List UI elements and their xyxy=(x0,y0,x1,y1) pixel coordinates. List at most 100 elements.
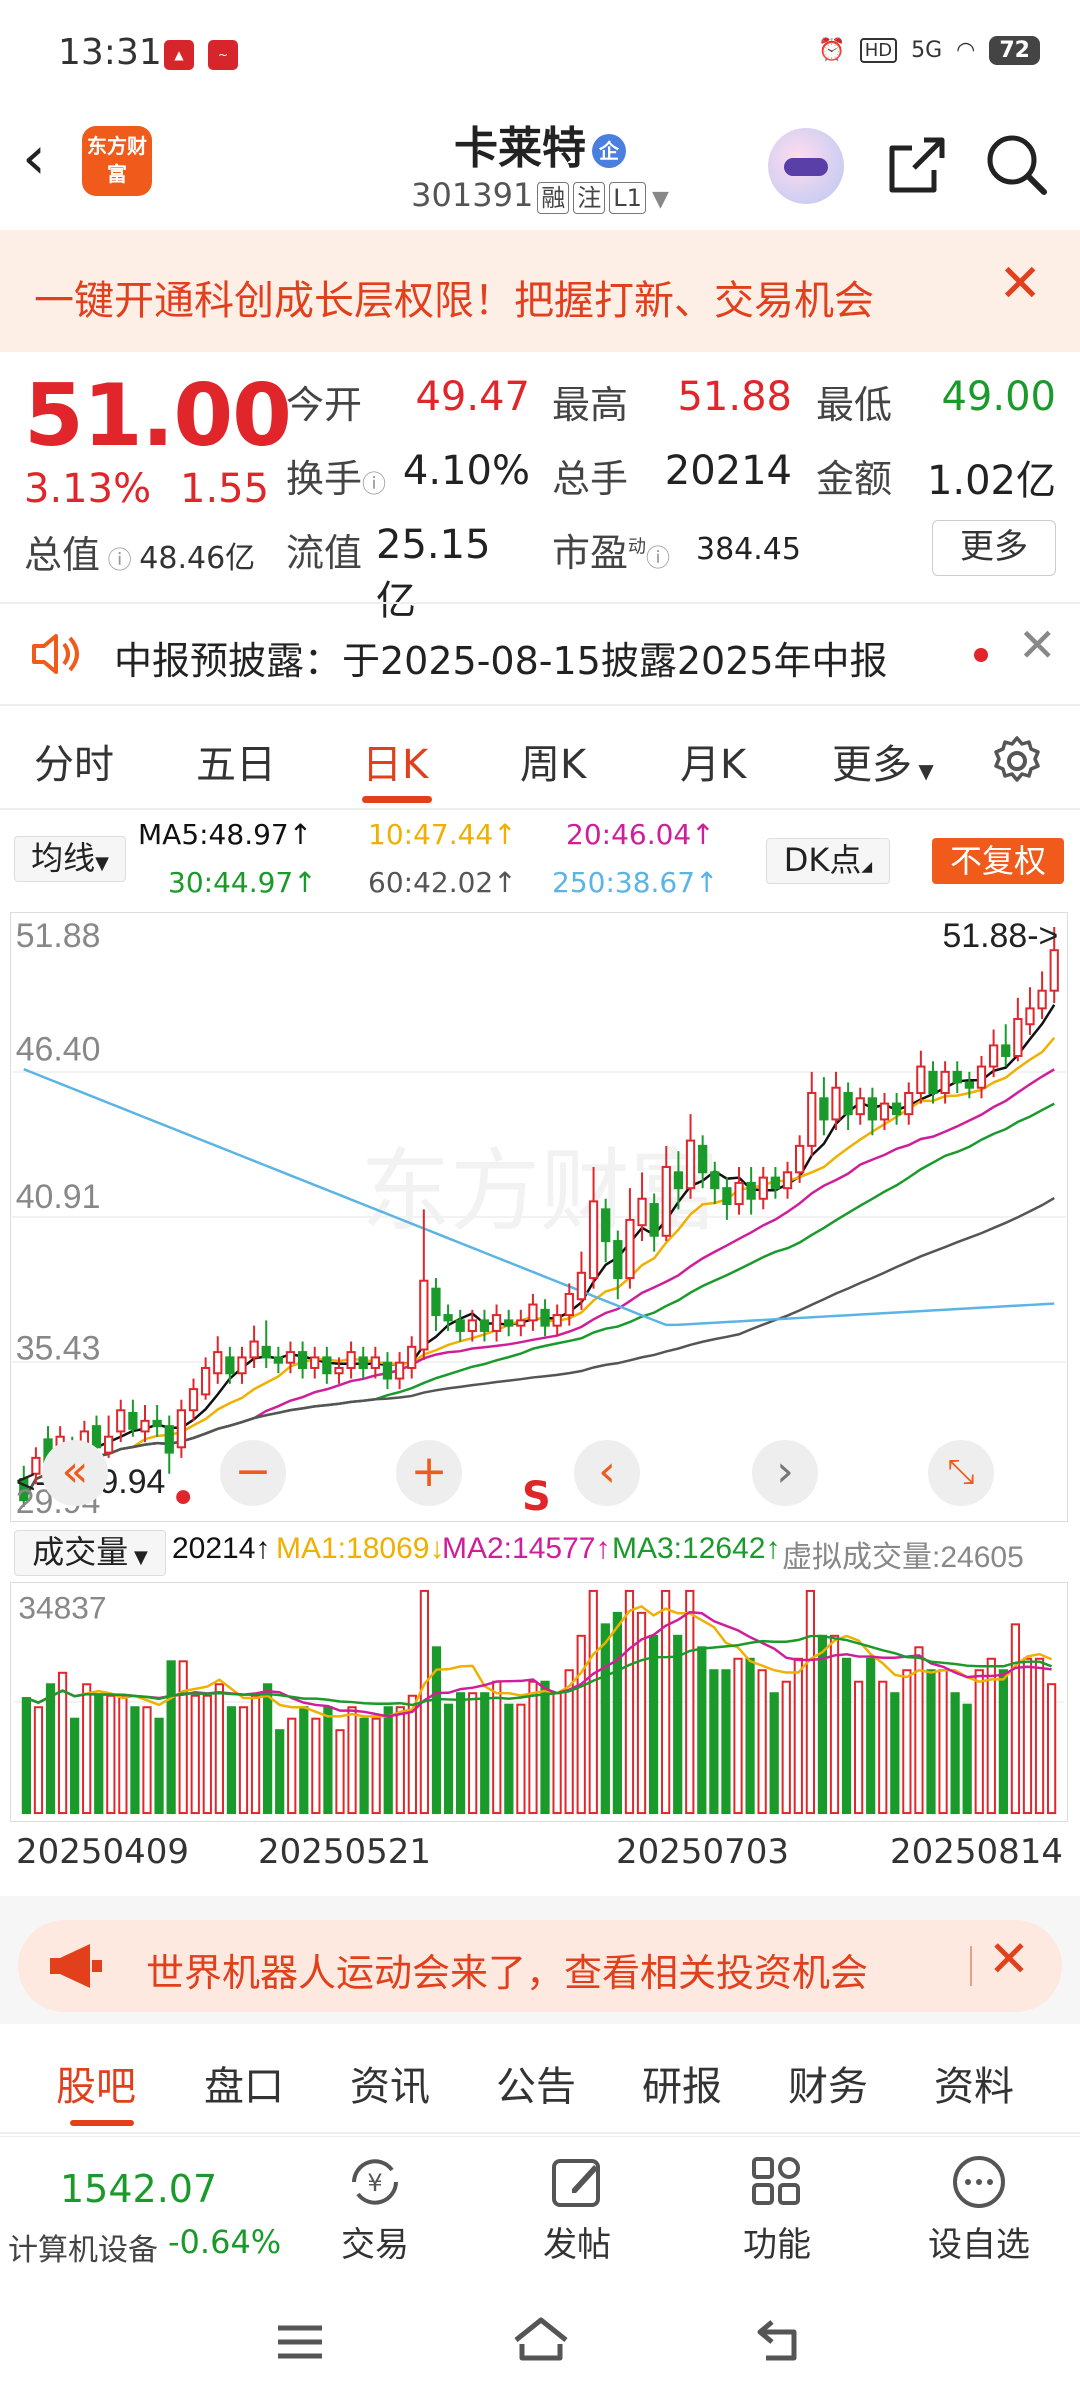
volume-bar xyxy=(781,1680,791,1815)
change-amount: 1.55 xyxy=(180,466,270,512)
volume-bar xyxy=(938,1669,948,1815)
candle-body xyxy=(928,1070,938,1094)
sector-change-pct[interactable]: -0.64% xyxy=(168,2223,281,2261)
volume-bar xyxy=(721,1669,731,1815)
trade-label: 交易 xyxy=(341,2225,409,2265)
volume-bar xyxy=(226,1706,237,1815)
functions-button[interactable]: 功能 xyxy=(712,2151,842,2266)
sector-name[interactable]: 计算机设备 xyxy=(8,2225,158,2269)
volume-selector[interactable]: 成交量 ▼ xyxy=(14,1530,166,1576)
trade-button[interactable]: ¥ 交易 xyxy=(310,2151,440,2266)
candle-body xyxy=(879,1102,890,1121)
sell-signal-badge[interactable]: S xyxy=(522,1474,551,1520)
gear-icon[interactable] xyxy=(990,734,1044,788)
back-nav-icon[interactable] xyxy=(752,2316,808,2364)
ma60-label: 60:42.02↑ xyxy=(368,866,517,899)
volume-bar xyxy=(480,1692,490,1815)
candle-body xyxy=(407,1345,417,1369)
promo-banner-text[interactable]: 一键开通科创成长层权限！把握打新、交易机会 xyxy=(34,268,874,326)
candle-body xyxy=(152,1419,162,1428)
tab-more[interactable]: 更多 ▼ xyxy=(832,732,934,790)
candle-body xyxy=(491,1314,502,1332)
candle-body xyxy=(419,1279,429,1351)
high-label: 最高 xyxy=(552,383,629,427)
tab-news[interactable]: 资讯 xyxy=(350,2054,430,2112)
robot-assistant-icon[interactable] xyxy=(768,128,844,204)
search-icon[interactable] xyxy=(984,132,1050,198)
candle-body xyxy=(807,1092,817,1147)
zoom-out-button[interactable]: − xyxy=(220,1440,286,1506)
max-price-marker: 51.88-> xyxy=(942,917,1058,955)
rewind-button[interactable]: « xyxy=(42,1440,108,1506)
robot-games-banner[interactable]: 世界机器人运动会来了，查看相关投资机会 ✕ xyxy=(18,1920,1062,2012)
notice-bar[interactable]: 中报预披露：于2025-08-15披露2025年中报 ✕ xyxy=(0,604,1080,704)
notice-text[interactable]: 中报预披露：于2025-08-15披露2025年中报 xyxy=(114,630,888,685)
date-label-2: 20250521 xyxy=(258,1832,432,1872)
close-icon[interactable]: ✕ xyxy=(1018,622,1057,668)
tab-research[interactable]: 研报 xyxy=(642,2054,722,2112)
info-icon[interactable]: ⓘ xyxy=(646,544,670,572)
zoom-in-button[interactable]: + xyxy=(396,1440,462,1506)
volume-bar xyxy=(395,1706,405,1815)
promo-banner[interactable]: 一键开通科创成长层权限！把握打新、交易机会 ✕ xyxy=(0,230,1080,352)
candle-body xyxy=(576,1271,587,1301)
tab-order-book[interactable]: 盘口 xyxy=(204,2054,284,2112)
volume-chart[interactable]: 34837 xyxy=(10,1582,1068,1822)
tab-financials[interactable]: 财务 xyxy=(788,2054,868,2112)
home-icon[interactable] xyxy=(510,2314,572,2366)
total-value-amount: 48.46亿 xyxy=(139,541,256,576)
post-button[interactable]: 发帖 xyxy=(512,2151,642,2266)
active-tab-indicator xyxy=(362,796,432,803)
info-icon[interactable]: ⓘ xyxy=(100,546,139,574)
volume-bar xyxy=(359,1717,369,1815)
no-adjust-button[interactable]: 不复权 xyxy=(932,838,1064,884)
candle-body xyxy=(1025,1007,1035,1026)
tab-five-day[interactable]: 五日 xyxy=(196,732,276,790)
y-axis-label-3: 40.91 xyxy=(16,1178,101,1216)
dk-point-button[interactable]: DK点◢ xyxy=(766,838,890,884)
enterprise-badge-icon: 企 xyxy=(592,134,626,168)
tab-weekly-k[interactable]: 周K xyxy=(520,732,586,790)
tab-announcements[interactable]: 公告 xyxy=(496,2054,576,2112)
candle-body xyxy=(261,1345,271,1359)
tab-forum[interactable]: 股吧 xyxy=(56,2054,136,2112)
more-button[interactable]: 更多 xyxy=(932,520,1056,576)
trade-icon: ¥ xyxy=(352,2159,398,2205)
candle-body xyxy=(867,1097,878,1121)
step-right-button[interactable]: › xyxy=(752,1440,818,1506)
compose-icon xyxy=(552,2159,600,2207)
kline-chart[interactable]: 东方财富 51.88 46.40 40.91 35.43 29.94 51.88… xyxy=(10,912,1068,1522)
volume-bar xyxy=(890,1692,900,1815)
candle-body xyxy=(128,1411,138,1430)
close-icon[interactable]: ✕ xyxy=(988,1934,1030,1984)
step-left-button[interactable]: ‹ xyxy=(574,1440,640,1506)
chevron-down-icon[interactable]: ▼ xyxy=(652,187,669,212)
sector-index-value[interactable]: 1542.07 xyxy=(60,2167,217,2211)
more-dots-icon xyxy=(953,2156,1005,2208)
volume-bar xyxy=(757,1669,767,1815)
tab-intraday[interactable]: 分时 xyxy=(34,732,114,790)
stock-header: ‹ 东方财富 卡莱特企 301391 融注 L1 ▼ xyxy=(0,100,1080,230)
add-watchlist-button[interactable]: 设自选 xyxy=(914,2151,1044,2266)
candle-body xyxy=(916,1065,926,1094)
candle-body xyxy=(516,1319,526,1327)
share-icon[interactable] xyxy=(884,134,948,198)
open-value: 49.47 xyxy=(415,374,530,420)
volume-value: 20214 xyxy=(664,448,792,494)
robot-games-banner-text[interactable]: 世界机器人运动会来了，查看相关投资机会 xyxy=(146,1942,868,1997)
menu-icon[interactable] xyxy=(272,2320,328,2364)
total-value-label: 总值 xyxy=(24,533,101,577)
tab-monthly-k[interactable]: 月K xyxy=(680,732,746,790)
close-icon[interactable]: ✕ xyxy=(998,258,1042,310)
tab-daily-k[interactable]: 日K xyxy=(362,732,428,790)
candle-body xyxy=(140,1419,150,1433)
candle-body xyxy=(225,1356,235,1375)
volume-bar xyxy=(45,1683,56,1815)
ma-selector[interactable]: 均线▼ xyxy=(14,836,126,882)
fullscreen-icon[interactable]: ⤡ xyxy=(928,1440,994,1506)
candle-body xyxy=(358,1356,368,1369)
chevron-down-icon: ▼ xyxy=(128,1547,148,1568)
candle-body xyxy=(200,1366,211,1396)
tab-profile[interactable]: 资料 xyxy=(934,2054,1014,2112)
volume-selector-label: 成交量 xyxy=(32,1533,129,1571)
